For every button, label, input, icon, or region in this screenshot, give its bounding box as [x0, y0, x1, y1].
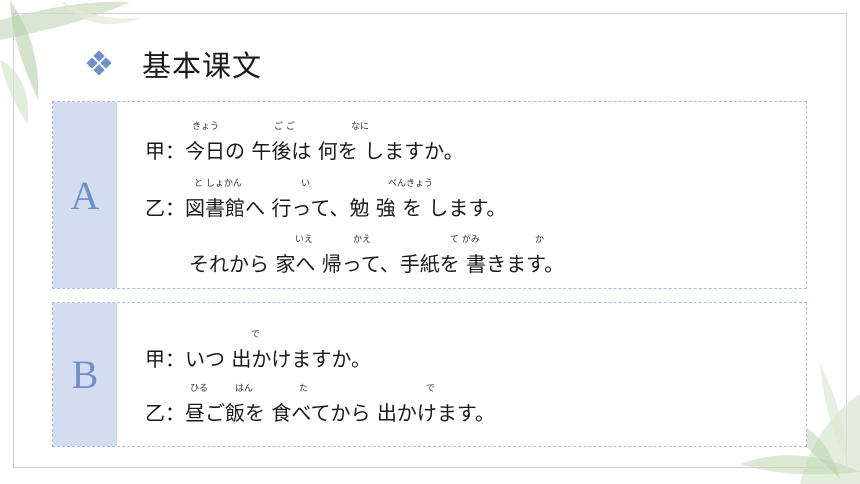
- dialogue-line: 乙：図書館へ 行って、勉 強 を します。: [145, 196, 507, 220]
- furigana: か: [535, 235, 545, 245]
- furigana: かえ: [353, 235, 372, 245]
- furigana: て がみ: [450, 235, 480, 245]
- furigana: べんきょう: [388, 179, 434, 189]
- dialogue-line: 乙：昼ご飯を 食べてから 出かけます。: [145, 401, 495, 425]
- page-title: 基本课文: [142, 49, 263, 83]
- furigana: いえ: [295, 235, 314, 245]
- section-b-panel: B で 甲：いつ 出かけますか。 ひる はん た で 乙：昼ご飯を 食べてから …: [52, 302, 807, 447]
- diamond-cluster-icon: [86, 51, 112, 76]
- dialogue-line: 甲：今日の 午後は 何を しますか。: [145, 139, 464, 163]
- furigana: い: [301, 179, 311, 189]
- furigana: で: [251, 330, 261, 340]
- furigana: ひる: [190, 384, 209, 394]
- furigana: はん: [235, 384, 254, 394]
- dialogue-line: 甲：いつ 出かけますか。: [145, 347, 371, 371]
- furigana: で: [426, 384, 436, 394]
- furigana: なに: [351, 122, 370, 132]
- furigana: ご ご: [274, 122, 295, 132]
- furigana: と しょかん: [194, 179, 242, 189]
- section-label: A: [53, 102, 117, 288]
- section-a-panel: A きょう ご ご なに 甲：今日の 午後は 何を しますか。 と しょかん い…: [52, 101, 807, 289]
- section-label: B: [53, 303, 117, 446]
- dialogue-line: それから 家へ 帰って、手紙を 書きます。: [189, 252, 565, 276]
- furigana: きょう: [192, 122, 220, 132]
- furigana: た: [299, 384, 309, 394]
